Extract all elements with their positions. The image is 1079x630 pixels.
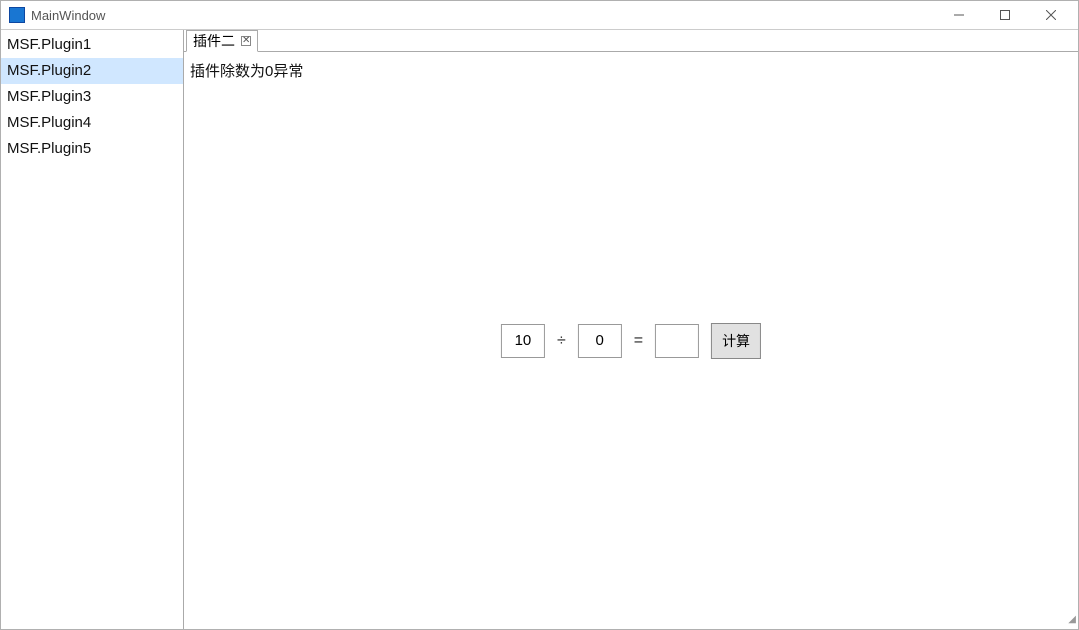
equals-sign: =: [634, 332, 643, 350]
main-window: MainWindow MSF.Plugin1 MSF.Plugin2 MSF.P…: [0, 0, 1079, 630]
error-message: 插件除数为0异常: [190, 60, 303, 81]
window-title: MainWindow: [31, 8, 105, 23]
division-calculator: ÷ = 计算: [501, 323, 761, 359]
sidebar-item-plugin2[interactable]: MSF.Plugin2: [1, 58, 183, 84]
dividend-input[interactable]: [501, 324, 545, 358]
tabstrip: 插件二 ✕: [184, 30, 1078, 52]
maximize-icon: [1000, 10, 1010, 20]
tab-plugin2[interactable]: 插件二 ✕: [186, 30, 258, 52]
plugin-sidebar: MSF.Plugin1 MSF.Plugin2 MSF.Plugin3 MSF.…: [1, 30, 184, 629]
tab-label: 插件二: [193, 31, 235, 51]
result-input[interactable]: [655, 324, 699, 358]
divisor-input[interactable]: [578, 324, 622, 358]
sidebar-item-label: MSF.Plugin2: [7, 62, 91, 79]
close-icon: [1046, 10, 1056, 20]
minimize-button[interactable]: [936, 1, 982, 29]
sidebar-item-label: MSF.Plugin3: [7, 88, 91, 105]
resize-grip-icon[interactable]: ◢: [1068, 614, 1074, 625]
sidebar-item-plugin3[interactable]: MSF.Plugin3: [1, 84, 183, 110]
sidebar-item-plugin4[interactable]: MSF.Plugin4: [1, 110, 183, 136]
sidebar-item-label: MSF.Plugin1: [7, 36, 91, 53]
sidebar-item-label: MSF.Plugin5: [7, 140, 91, 157]
maximize-button[interactable]: [982, 1, 1028, 29]
sidebar-item-plugin5[interactable]: MSF.Plugin5: [1, 136, 183, 162]
divide-operator: ÷: [557, 332, 566, 350]
app-icon: [9, 7, 25, 23]
titlebar: MainWindow: [1, 1, 1078, 29]
compute-button[interactable]: 计算: [711, 323, 761, 359]
sidebar-item-plugin1[interactable]: MSF.Plugin1: [1, 32, 183, 58]
main-panel: 插件二 ✕ 插件除数为0异常 ÷ = 计算 ◢: [184, 30, 1078, 629]
client-area: MSF.Plugin1 MSF.Plugin2 MSF.Plugin3 MSF.…: [1, 29, 1078, 629]
tab-close-icon[interactable]: ✕: [241, 36, 251, 46]
minimize-icon: [954, 10, 964, 20]
close-button[interactable]: [1028, 1, 1074, 29]
sidebar-item-label: MSF.Plugin4: [7, 114, 91, 131]
tab-content: 插件除数为0异常 ÷ = 计算 ◢: [184, 52, 1078, 629]
